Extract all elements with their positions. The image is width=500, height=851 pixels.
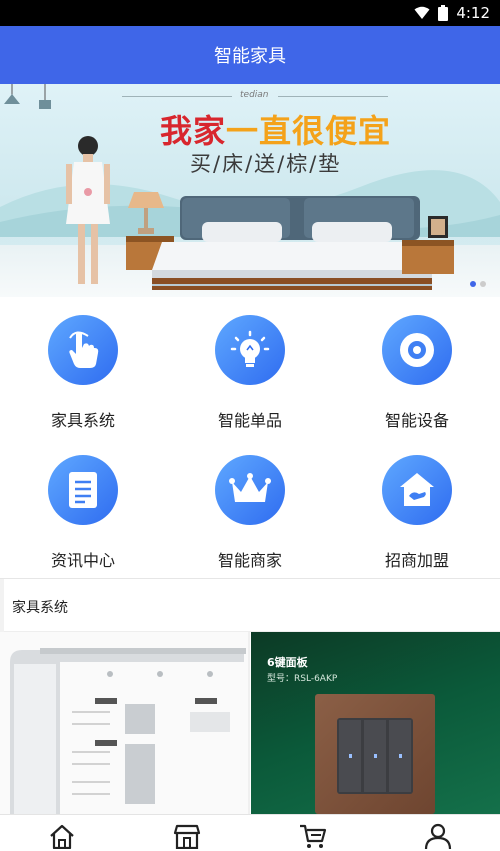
category-label: 家具系统 (50, 411, 115, 430)
banner-rule-left (122, 96, 232, 97)
status-time: 4:12 (456, 4, 490, 22)
status-bar: 4:12 (0, 0, 500, 26)
bed-illustration (152, 196, 432, 290)
disc-icon (400, 333, 434, 367)
nav-store[interactable] (167, 823, 207, 851)
user-icon (424, 823, 452, 849)
house-hand-icon (400, 473, 434, 506)
category-icon-circle (215, 315, 285, 385)
section-header-bar (0, 579, 4, 633)
bottom-navigation (0, 814, 500, 851)
nav-profile[interactable] (418, 823, 458, 851)
category-label: 资讯中心 (50, 551, 115, 570)
curtain-track-image (10, 648, 246, 814)
banner-headline-part1: 我家 (160, 112, 227, 150)
light-bulb-icon (230, 330, 270, 367)
section-header: 家具系统 (0, 578, 500, 633)
home-icon (50, 824, 74, 849)
category-smart-merchants[interactable]: 智能商家 (167, 437, 333, 577)
category-icon-circle (48, 455, 118, 525)
switch-keys-image (337, 718, 413, 794)
category-icon-circle (48, 315, 118, 385)
pendant-lamp-icon (4, 84, 51, 109)
banner-subline: 买/床/送/棕/垫 (190, 152, 342, 176)
banner-headline: 我家一直很便宜 (160, 106, 391, 152)
category-label: 智能单品 (217, 411, 282, 430)
category-icon-circle (215, 455, 285, 525)
product-title: 6键面板 (267, 656, 308, 669)
product-list: 6键面板 型号：RSL-6AKP (0, 632, 500, 814)
banner-dot-2[interactable] (480, 281, 486, 287)
hand-tap-icon (69, 331, 99, 368)
banner-page-indicator[interactable] (470, 281, 486, 287)
document-icon (69, 472, 97, 508)
category-icon-circle (382, 455, 452, 525)
category-furniture-system[interactable]: 家具系统 (0, 297, 166, 437)
banner-rule-right (278, 96, 388, 97)
nav-cart[interactable] (293, 823, 333, 851)
category-news-center[interactable]: 资讯中心 (0, 437, 166, 577)
category-franchise[interactable]: 招商加盟 (334, 437, 500, 577)
product-card-curtain[interactable] (0, 632, 250, 814)
model-figure-illustration (66, 136, 110, 284)
category-label: 智能商家 (217, 551, 282, 570)
wifi-icon (414, 6, 430, 20)
store-icon (173, 824, 201, 849)
page-title: 智能家具 (214, 46, 286, 67)
banner-dot-1[interactable] (470, 281, 476, 287)
product-card-switch-panel[interactable]: 6键面板 型号：RSL-6AKP (251, 632, 500, 814)
battery-icon (438, 5, 449, 21)
banner-headline-part2: 一直很便宜 (226, 112, 392, 150)
category-icon-circle (382, 315, 452, 385)
nightstand-illustration (402, 216, 454, 274)
banner-script-text: tedian (240, 90, 269, 100)
promo-banner[interactable]: tedian 我家一直很便宜 买/床/送/棕/垫 (0, 84, 500, 297)
cart-icon (300, 824, 327, 848)
category-label: 招商加盟 (384, 551, 449, 570)
app-bar: 智能家具 (0, 26, 500, 84)
section-title: 家具系统 (12, 600, 68, 616)
category-label: 智能设备 (384, 411, 449, 430)
product-model: 型号：RSL-6AKP (267, 674, 338, 684)
category-smart-items[interactable]: 智能单品 (167, 297, 333, 437)
nav-home[interactable] (42, 823, 82, 851)
category-smart-devices[interactable]: 智能设备 (334, 297, 500, 437)
category-grid: 家具系统 智能单品 智能设备 资讯中心 智能商家 招商加盟 (0, 297, 500, 577)
crown-icon (229, 473, 271, 502)
